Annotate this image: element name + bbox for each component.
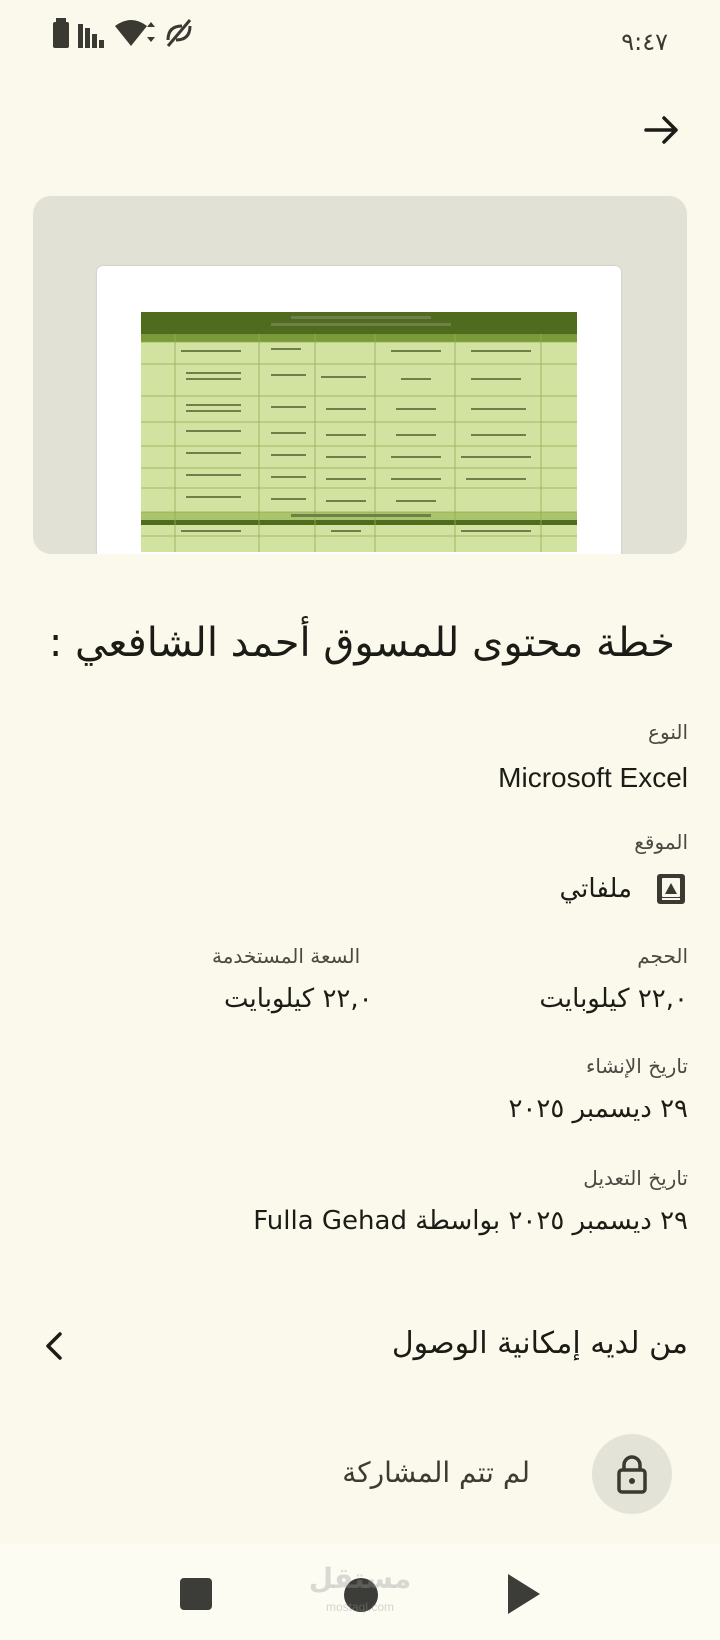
watermark-url: mostaql.com [325,1600,395,1614]
sharing-status: لم تتم المشاركة [342,1456,530,1489]
type-label: النوع [648,720,688,744]
size-value: ٢٢,٠ كيلوبايت [539,984,688,1014]
created-value: ٢٩ ديسمبر ٢٠٢٥ [508,1094,688,1124]
preview-page [97,266,621,554]
type-value: Microsoft Excel [498,762,688,793]
lock-icon [617,1455,647,1494]
who-has-access-label: من لديه إمكانية الوصول [391,1326,688,1361]
location-value: ملفاتي [559,874,632,904]
sharing-row[interactable]: لم تتم المشاركة [0,1434,720,1518]
no-sync-icon [166,19,192,47]
modified-label: تاريخ التعديل [583,1166,688,1190]
storage-used-label: السعة المستخدمة [212,944,361,968]
lock-avatar [592,1434,672,1514]
file-title: خطة محتوى للمسوق أحمد الشافعي : [48,620,675,666]
location-row[interactable]: ملفاتي [559,872,688,906]
signal-icon [78,24,104,48]
drive-folder-icon [657,874,685,904]
who-has-access-row[interactable]: من لديه إمكانية الوصول [0,1318,720,1378]
watermark-logo: مستقل [308,1562,412,1595]
storage-used-value: ٢٢,٠ كيلوبايت [224,984,373,1014]
file-preview[interactable] [33,196,687,554]
recents-button[interactable] [180,1578,212,1610]
location-label: الموقع [634,830,688,854]
wifi-icon [115,20,155,46]
chevron-left-icon [46,1332,62,1360]
back-button[interactable] [640,108,684,152]
status-icons [52,18,194,48]
arrow-forward-icon [644,116,678,144]
modified-value: ٢٩ ديسمبر ٢٠٢٥ بواسطة Fulla Gehad [253,1206,688,1236]
back-nav-button[interactable] [508,1574,540,1614]
size-label: الحجم [637,944,688,968]
spreadsheet-thumbnail [141,312,577,552]
clock: ٩:٤٧ [621,28,668,56]
created-label: تاريخ الإنشاء [585,1054,688,1078]
battery-icon [53,18,69,48]
system-nav-bar: مستقل mostaql.com [0,1544,720,1640]
